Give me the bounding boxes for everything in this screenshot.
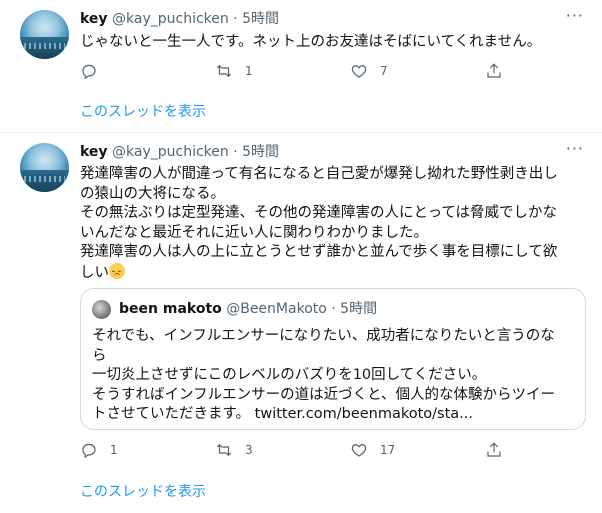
tweet-actions: 1 7 — [80, 62, 530, 82]
quoted-text: それでも、インフルエンサーになりたい、成功者になりたいと言うのな ら 一切炎上さ… — [92, 327, 578, 425]
like-count: 7 — [380, 64, 388, 78]
user-handle[interactable]: @kay_puchicken — [112, 144, 229, 160]
separator: · — [233, 11, 238, 27]
reply-button[interactable] — [80, 62, 98, 80]
reply-count: 1 — [110, 443, 118, 457]
tweet-2[interactable]: key @kay_puchicken · 5時間 ··· 発達障害の人が間違って… — [0, 133, 602, 513]
retweet-icon — [216, 64, 232, 78]
quoted-avatar — [92, 300, 111, 319]
quoted-tweet[interactable]: been makoto @BeenMakoto · 5時間 それでも、インフルエ… — [80, 288, 586, 430]
retweet-button[interactable]: 3 — [215, 441, 253, 459]
disappointed-face-emoji-icon — [109, 262, 125, 279]
tweet-text: じゃないと一生一人です。ネット上のお友達はそばにいてくれません。 — [80, 33, 590, 53]
tweet-text-line: 発達障害の人が間違って有名になると自己愛が爆発し拗れた野性剥き出し — [80, 166, 558, 182]
share-button[interactable] — [485, 62, 503, 80]
tweet-1[interactable]: key @kay_puchicken · 5時間 ··· じゃないと一生一人です… — [0, 0, 602, 132]
reply-button[interactable]: 1 — [80, 441, 118, 459]
like-count: 17 — [380, 443, 396, 457]
tweet-text-line: の猿山の大将になる。 — [80, 185, 225, 202]
quoted-text-line: トさせていただきます。 twitter.com/beenmakoto/sta..… — [92, 406, 474, 422]
separator: · — [233, 144, 238, 160]
quoted-text-line: それでも、インフルエンサーになりたい、成功者になりたいと言うのな — [92, 328, 555, 344]
retweet-icon — [216, 443, 232, 457]
reply-icon — [82, 443, 96, 459]
quoted-header: been makoto @BeenMakoto · 5時間 — [119, 300, 377, 318]
quoted-timestamp: 5時間 — [340, 301, 378, 317]
quoted-user-name: been makoto — [119, 301, 222, 317]
heart-icon — [351, 444, 367, 457]
like-button[interactable]: 17 — [350, 441, 395, 459]
share-icon — [487, 442, 501, 457]
quoted-text-line: 一切炎上させずにこのレベルのバズりを10回してください。 — [92, 367, 487, 383]
tweet-text: 発達障害の人が間違って有名になると自己愛が爆発し拗れた野性剥き出し の猿山の大将… — [80, 165, 590, 283]
tweet-text-line: その無法ぶりは定型発達、その他の発達障害の人にとっては脅威でしかな — [80, 205, 558, 221]
more-icon[interactable]: ··· — [566, 6, 584, 25]
timestamp[interactable]: 5時間 — [242, 11, 279, 27]
reply-icon — [82, 64, 96, 80]
share-icon — [487, 63, 501, 78]
tweet-text-line-last: しい — [80, 262, 590, 284]
timestamp[interactable]: 5時間 — [242, 144, 279, 160]
avatar[interactable] — [20, 143, 69, 192]
tweet-text-line: じゃないと一生一人です。ネット上のお友達はそばにいてくれません。 — [80, 34, 542, 50]
show-thread-link[interactable]: このスレッドを表示 — [80, 101, 206, 121]
retweet-count: 1 — [245, 64, 253, 78]
quoted-text-line: そうすればインフルエンサーの道は近づくと、個人的な体験からツイー — [92, 386, 555, 403]
tweet-text-line: しい — [80, 264, 109, 281]
retweet-count: 3 — [245, 443, 253, 457]
share-button[interactable] — [485, 441, 503, 459]
user-name[interactable]: key — [80, 11, 108, 27]
tweet-header: key @kay_puchicken · 5時間 — [80, 143, 279, 161]
tweet-header: key @kay_puchicken · 5時間 — [80, 10, 279, 28]
tweet-actions: 1 3 17 — [80, 441, 530, 461]
avatar[interactable] — [20, 10, 69, 59]
like-button[interactable]: 7 — [350, 62, 388, 80]
user-handle[interactable]: @kay_puchicken — [112, 11, 229, 27]
tweet-text-line: いんだなと最近それに近い人に関わりわかりました。 — [80, 224, 428, 241]
quoted-user-handle: @BeenMakoto — [226, 301, 327, 317]
user-name[interactable]: key — [80, 144, 108, 160]
quoted-text-line: ら — [92, 347, 107, 364]
retweet-button[interactable]: 1 — [215, 62, 253, 80]
heart-icon — [351, 65, 367, 78]
tweet-text-line: 発達障害の人は人の上に立とうとせず誰かと並んで歩く事を目標にして欲 — [80, 244, 558, 260]
more-icon[interactable]: ··· — [566, 139, 584, 158]
show-thread-link[interactable]: このスレッドを表示 — [80, 481, 206, 501]
separator: · — [331, 301, 336, 317]
